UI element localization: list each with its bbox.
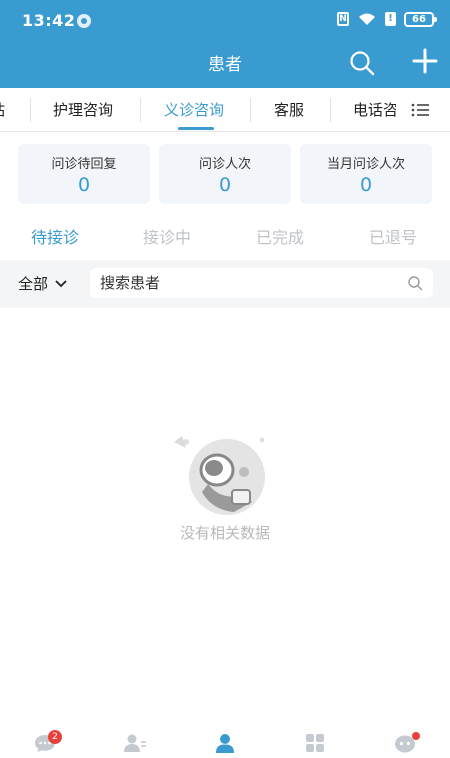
search-box <box>90 268 433 298</box>
tab-menu-button[interactable] <box>396 88 450 131</box>
patient-list-icon <box>124 734 146 752</box>
stat-label: 当月问诊人次 <box>326 157 405 172</box>
tab-divider <box>140 98 141 122</box>
subtab-in-progress[interactable]: 接诊中 <box>143 224 191 248</box>
battery-icon: 66 <box>404 11 437 27</box>
tab-free-clinic-consult[interactable]: 义诊咨询 <box>164 88 224 131</box>
tab-divider <box>30 98 31 122</box>
stat-card-consult-count[interactable]: 问诊人次 0 <box>159 144 291 204</box>
notification-dot-icon <box>77 14 91 28</box>
stat-label: 问诊待回复 <box>51 157 117 172</box>
stat-label: 问诊人次 <box>198 157 251 172</box>
wifi-icon <box>359 13 375 25</box>
empty-state-message: 没有相关数据 <box>179 524 270 542</box>
bottom-nav-assistant[interactable] <box>385 728 425 758</box>
notification-dot <box>412 732 420 740</box>
filter-bar: 全部 <box>0 260 450 308</box>
tab-station[interactable]: 站 <box>0 88 5 131</box>
add-icon[interactable] <box>410 46 440 76</box>
bottom-nav: 2 <box>0 728 450 758</box>
bottom-nav-messages[interactable]: 2 <box>25 728 65 758</box>
subtab-refunded[interactable]: 已退号 <box>369 224 417 248</box>
filter-selected-label: 全部 <box>18 275 49 293</box>
stat-card-monthly-consult-count[interactable]: 当月问诊人次 0 <box>300 144 432 204</box>
status-icons: N ! 66 <box>337 11 437 27</box>
alert-icon: ! <box>385 12 396 26</box>
status-bar: 13:42 N ! 66 <box>0 0 450 40</box>
nfc-icon: N <box>337 12 349 26</box>
tab-divider <box>250 98 251 122</box>
stat-value: 0 <box>77 174 91 196</box>
search-input[interactable] <box>100 268 400 298</box>
subtab-completed[interactable]: 已完成 <box>256 224 304 248</box>
list-menu-icon <box>411 103 429 117</box>
filter-dropdown[interactable]: 全部 <box>18 273 68 294</box>
apps-grid-icon <box>306 734 324 752</box>
bottom-nav-patients[interactable] <box>115 728 155 758</box>
app-header: 13:42 N ! 66 患者 <box>0 0 450 88</box>
unread-badge: 2 <box>48 730 62 744</box>
page-title: 患者 <box>208 55 242 75</box>
tab-phone-consult[interactable]: 电话咨 <box>353 88 398 131</box>
active-tab-indicator <box>178 127 214 130</box>
bottom-nav-me[interactable] <box>205 728 245 758</box>
tab-customer-service[interactable]: 客服 <box>274 88 304 131</box>
bottom-nav-apps[interactable] <box>295 728 335 758</box>
search-icon[interactable] <box>348 50 376 76</box>
category-tabs: 站 护理咨询 义诊咨询 客服 电话咨 <box>0 88 450 132</box>
status-time: 13:42 <box>22 11 76 30</box>
empty-astronaut-icon <box>174 436 265 515</box>
tab-divider <box>330 98 331 122</box>
search-icon[interactable] <box>407 275 423 291</box>
person-icon <box>216 734 234 753</box>
stat-value: 0 <box>359 174 373 196</box>
stat-card-pending-reply[interactable]: 问诊待回复 0 <box>18 144 150 204</box>
subtab-awaiting[interactable]: 待接诊 <box>31 224 79 248</box>
tab-nursing-consult[interactable]: 护理咨询 <box>53 88 113 131</box>
stat-value: 0 <box>218 174 232 196</box>
chevron-down-icon <box>55 279 67 287</box>
